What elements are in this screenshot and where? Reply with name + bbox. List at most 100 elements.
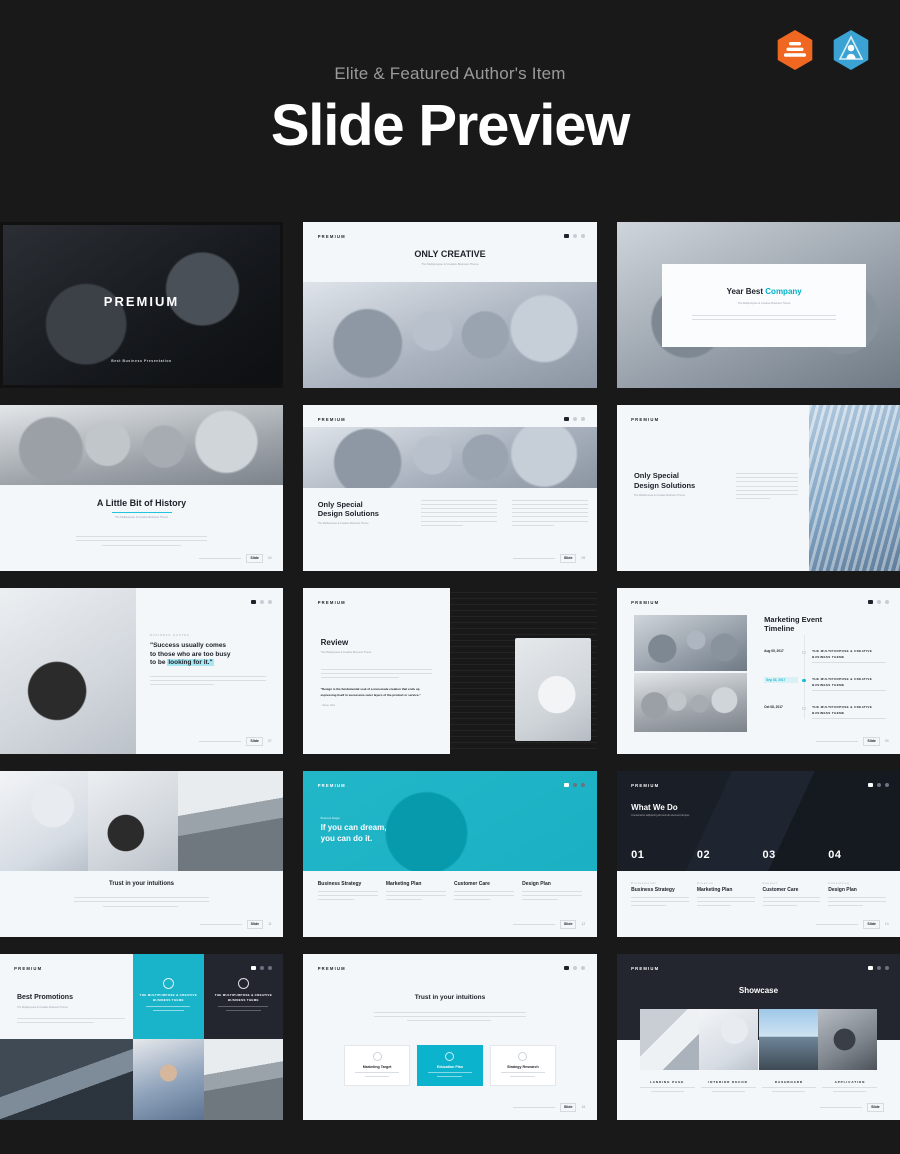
slide-title-line1: Only Special <box>633 471 679 481</box>
page-label: Slide <box>863 919 880 929</box>
showcase-label: APPLICATION <box>834 1080 866 1085</box>
research-icon <box>518 1052 528 1062</box>
slide-footer: Slide 04 <box>199 553 272 563</box>
step-number: 02 <box>696 849 711 862</box>
cover-subtitle: Best Business Presentation <box>111 359 172 364</box>
slide-if-you-can-dream[interactable]: PREMIUM Business Slogan If you can dream… <box>303 771 597 937</box>
slide-dots[interactable] <box>564 965 586 970</box>
slide-preview-page: Elite & Featured Author's Item Slide Pre… <box>0 0 900 1154</box>
slide-only-creative[interactable]: PREMIUM ONLY CREATIVE The Multipurpose &… <box>303 222 597 388</box>
slide-title: ONLY CREATIVE <box>414 248 486 259</box>
slide-footer: Slide 11 <box>199 919 272 929</box>
slide-footer: Slide 15 <box>512 1102 586 1112</box>
slide-title: Showcase <box>738 985 779 995</box>
promo-tile-cyan[interactable]: THE MULTIPURPOSE & CREATIVE BUSINESS THE… <box>133 954 204 1039</box>
slide-subtitle: The Multipurpose & Creative Business The… <box>737 302 791 306</box>
page-label: Slide <box>246 553 263 563</box>
cover-title: PREMIUM <box>103 293 180 309</box>
feature-column: Professional Business Strategy <box>631 881 689 910</box>
page-title: Slide Preview <box>270 93 631 158</box>
slide-year-best-company[interactable]: Year Best Company The Multipurpose & Cre… <box>617 222 900 388</box>
slide-logo: PREMIUM <box>631 782 660 788</box>
slide-logo: PREMIUM <box>317 965 346 971</box>
slide-design-solutions-top-image[interactable]: PREMIUM Only Special Design Solutions Th… <box>303 405 597 571</box>
slide-footer: Slide 07 <box>199 736 272 746</box>
showcase-label: LANDING PAGE <box>649 1080 685 1085</box>
step-number: 03 <box>762 849 776 862</box>
page-header: Elite & Featured Author's Item Slide Pre… <box>0 0 900 157</box>
slide-logo: PREMIUM <box>631 965 660 971</box>
header-eyebrow: Elite & Featured Author's Item <box>334 64 566 83</box>
slide-trust-intuitions-cards[interactable]: PREMIUM Trust in your intuitions Marketi… <box>303 954 597 1120</box>
slide-success-quote[interactable]: BUSINESS QUOTES "Success usually comes t… <box>0 588 283 754</box>
slide-a-little-bit-of-history[interactable]: A Little Bit of History The Multipurpose… <box>0 405 283 571</box>
slide-logo: PREMIUM <box>317 416 346 422</box>
slide-dots[interactable] <box>564 233 586 238</box>
elite-badge[interactable] <box>773 28 817 72</box>
slide-subtitle: The Multipurpose & Creative Business The… <box>115 516 168 520</box>
card-title: Marketing Target <box>362 1065 392 1070</box>
page-number: 15 <box>581 1105 586 1110</box>
slide-dots[interactable] <box>867 965 889 970</box>
timeline-heading-2: BUSINESS THEME <box>812 682 845 687</box>
slide-title: Best Promotions <box>16 993 73 1001</box>
slide-marketing-event-timeline[interactable]: PREMIUM Marketing Event Timeline Aug 05,… <box>617 588 900 754</box>
slide-dots[interactable] <box>867 782 889 787</box>
card-title: Strategy Research <box>507 1065 539 1070</box>
slide-footer: Slide 12 <box>512 919 585 929</box>
column-title: Business Strategy <box>631 887 675 894</box>
slide-showcase[interactable]: PREMIUM Showcase LANDING PAGE INTERIOR D… <box>617 954 900 1120</box>
slide-logo: PREMIUM <box>631 599 660 605</box>
feature-card[interactable]: Marketing Target <box>344 1045 411 1087</box>
column-title: Marketing Plan <box>696 887 733 894</box>
step-number: 01 <box>631 849 645 862</box>
slide-footer: Slide 14 <box>816 919 889 929</box>
review-attribution: - Steve Jobs <box>320 704 336 708</box>
slide-title-line1: Only Special <box>317 499 363 509</box>
slide-subtitle: The Multipurpose & Creative Business The… <box>633 494 685 498</box>
slide-logo: PREMIUM <box>317 782 346 788</box>
slide-logo: PREMIUM <box>317 599 346 605</box>
slide-title-line2: Design Solutions <box>317 508 379 518</box>
feature-card-active[interactable]: Education Plan <box>417 1045 483 1087</box>
slide-title-accent: Company <box>765 287 802 297</box>
quote-highlight: looking for it." <box>167 658 214 666</box>
page-label: Slide <box>559 919 577 929</box>
slide-review[interactable]: PREMIUM Review The Multipurpose & Creati… <box>303 588 597 754</box>
slide-dots[interactable] <box>250 599 272 604</box>
slide-logo: PREMIUM <box>631 416 660 422</box>
slide-dots[interactable] <box>250 965 272 970</box>
slide-premium-cover[interactable]: PREMIUM Best Business Presentation <box>0 222 283 388</box>
page-number: 04 <box>267 556 272 561</box>
slide-dots[interactable] <box>564 782 586 787</box>
slide-design-solutions-side-image[interactable]: PREMIUM Only Special Design Solutions Th… <box>617 405 900 571</box>
feature-column: Design Plan <box>522 881 583 904</box>
featured-author-badge[interactable] <box>829 28 873 72</box>
timeline-date: Aug 05, 2017 <box>764 649 784 654</box>
slide-trust-intuitions-photos[interactable]: Trust in your intuitions Slide 11 <box>0 771 283 937</box>
slide-best-promotions[interactable]: PREMIUM Best Promotions The Multipurpose… <box>0 954 283 1120</box>
slide-title-line2: Timeline <box>764 623 795 633</box>
column-kicker: Professional <box>631 880 657 885</box>
column-kicker: Consulting <box>828 880 850 885</box>
slide-title: Trust in your intuitions <box>109 880 174 887</box>
page-label: Slide <box>559 1102 577 1112</box>
quote-line-2: to those who are too busy <box>149 650 231 658</box>
column-title: Customer Care <box>762 887 799 894</box>
slide-subtitle: The Multipurpose & Creative Business The… <box>317 522 369 526</box>
showcase-label: DASHBOARD <box>774 1080 804 1085</box>
feature-column: Support Customer Care <box>762 881 821 910</box>
slide-dots[interactable] <box>867 599 889 604</box>
feature-column: Business Strategy <box>317 881 378 904</box>
slide-dots[interactable] <box>564 416 586 421</box>
slide-footer: Slide 05 <box>512 553 585 563</box>
showcase-item: APPLICATION <box>822 1080 878 1095</box>
slide-kicker: BUSINESS QUOTES <box>149 634 190 638</box>
slide-what-we-do[interactable]: PREMIUM What We Do Consectetur adipiscin… <box>617 771 900 937</box>
slide-title: Trust in your intuitions <box>414 993 486 1001</box>
slide-footer: Slide 09 <box>816 736 889 746</box>
tile-heading-2: BUSINESS THEME <box>152 998 184 1003</box>
feature-card[interactable]: Strategy Research <box>489 1045 556 1087</box>
step-number: 04 <box>828 849 842 862</box>
feature-column: Marketing Plan <box>385 881 446 904</box>
